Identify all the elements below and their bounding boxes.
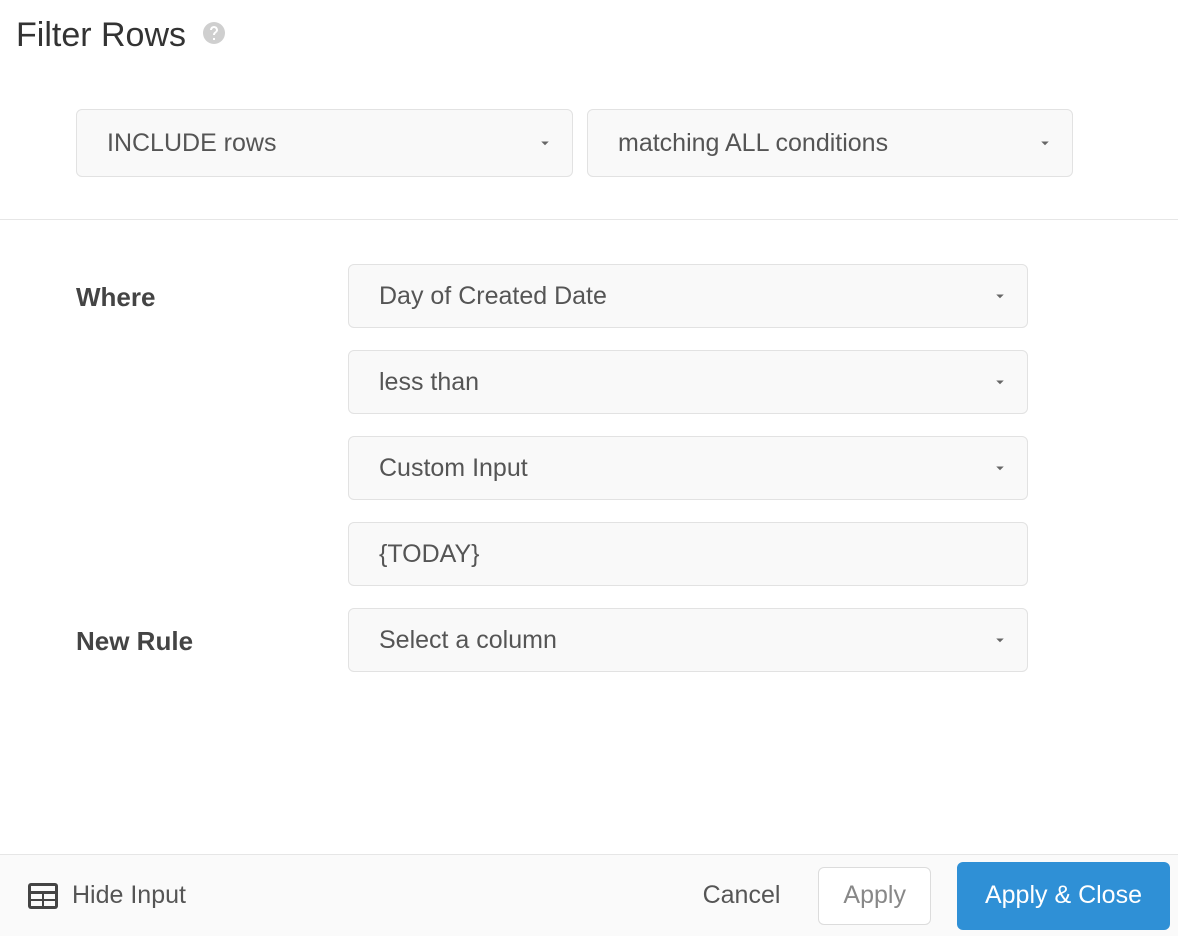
rule-where-inputs: Day of Created Date less than Custom Inp… bbox=[348, 264, 1102, 586]
apply-button[interactable]: Apply bbox=[818, 867, 931, 925]
new-rule-inputs: Select a column bbox=[348, 608, 1102, 672]
new-rule-row: New Rule Select a column bbox=[76, 608, 1102, 672]
scope-row: INCLUDE rows matching ALL conditions bbox=[0, 55, 1178, 220]
filter-rows-dialog: Filter Rows INCLUDE rows matching ALL co… bbox=[0, 0, 1178, 936]
column-select-value: Day of Created Date bbox=[379, 282, 607, 311]
dialog-footer: Hide Input Cancel Apply Apply & Close bbox=[0, 854, 1178, 936]
chevron-down-icon bbox=[991, 373, 1009, 391]
table-icon bbox=[28, 883, 58, 909]
dialog-header: Filter Rows bbox=[0, 0, 1178, 55]
include-mode-select[interactable]: INCLUDE rows bbox=[76, 109, 573, 177]
match-mode-select[interactable]: matching ALL conditions bbox=[587, 109, 1073, 177]
operator-select[interactable]: less than bbox=[348, 350, 1028, 414]
input-mode-select[interactable]: Custom Input bbox=[348, 436, 1028, 500]
new-rule-column-select[interactable]: Select a column bbox=[348, 608, 1028, 672]
chevron-down-icon bbox=[991, 287, 1009, 305]
include-mode-value: INCLUDE rows bbox=[107, 129, 276, 158]
hide-input-button[interactable]: Hide Input bbox=[28, 881, 186, 910]
hide-input-label: Hide Input bbox=[72, 881, 186, 910]
match-mode-value: matching ALL conditions bbox=[618, 129, 888, 158]
apply-close-button[interactable]: Apply & Close bbox=[957, 862, 1170, 930]
chevron-down-icon bbox=[991, 631, 1009, 649]
operator-select-value: less than bbox=[379, 368, 479, 397]
chevron-down-icon bbox=[991, 459, 1009, 477]
page-title: Filter Rows bbox=[16, 16, 186, 55]
chevron-down-icon bbox=[1036, 134, 1054, 152]
chevron-down-icon bbox=[536, 134, 554, 152]
custom-value-input[interactable] bbox=[348, 522, 1028, 586]
where-label: Where bbox=[76, 264, 348, 313]
new-rule-label: New Rule bbox=[76, 608, 348, 657]
help-icon[interactable] bbox=[202, 21, 226, 45]
rules-section: Where Day of Created Date less than Cust… bbox=[0, 220, 1178, 694]
input-mode-value: Custom Input bbox=[379, 454, 528, 483]
rule-where-row: Where Day of Created Date less than Cust… bbox=[76, 264, 1102, 586]
cancel-button[interactable]: Cancel bbox=[679, 867, 805, 925]
new-rule-column-placeholder: Select a column bbox=[379, 626, 557, 655]
column-select[interactable]: Day of Created Date bbox=[348, 264, 1028, 328]
